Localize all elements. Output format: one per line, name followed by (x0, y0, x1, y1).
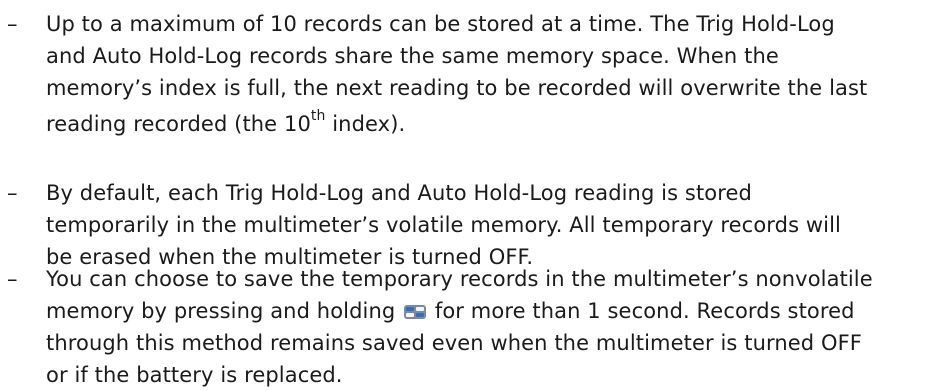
text-fragment: reading recorded (the 10 (46, 112, 311, 136)
text-line: temporarily in the multimeter’s volatile… (46, 213, 841, 237)
bullet-text: You can choose to save the temporary rec… (46, 263, 944, 391)
superscript-ordinal: th (310, 108, 326, 124)
text-line: Up to a maximum of 10 records can be sto… (46, 12, 835, 36)
text-line: and Auto Hold-Log records share the same… (46, 44, 779, 68)
document-page: – Up to a maximum of 10 records can be s… (0, 0, 944, 391)
bullet-dash: – (7, 181, 18, 205)
text-fragment: index). (325, 112, 406, 136)
text-line: memory’s index is full, the next reading… (46, 76, 868, 100)
text-line: reading recorded (the 10th index). (46, 108, 944, 140)
bullet-dash: – (7, 12, 18, 36)
text-line: memory by pressing and holding for more … (46, 295, 944, 327)
text-fragment: memory by pressing and holding (46, 299, 396, 323)
bullet-text: By default, each Trig Hold-Log and Auto … (46, 177, 944, 273)
text-line: By default, each Trig Hold-Log and Auto … (46, 181, 752, 205)
trig-hold-auto-log-key-icon (404, 305, 427, 319)
text-line: through this method remains saved even w… (46, 331, 862, 355)
text-line: You can choose to save the temporary rec… (46, 267, 873, 291)
bullet-dash: – (7, 267, 18, 291)
bullet-text: Up to a maximum of 10 records can be sto… (46, 8, 944, 140)
text-fragment: for more than 1 second. Records stored (434, 299, 855, 323)
text-line: or if the battery is replaced. (46, 363, 343, 387)
